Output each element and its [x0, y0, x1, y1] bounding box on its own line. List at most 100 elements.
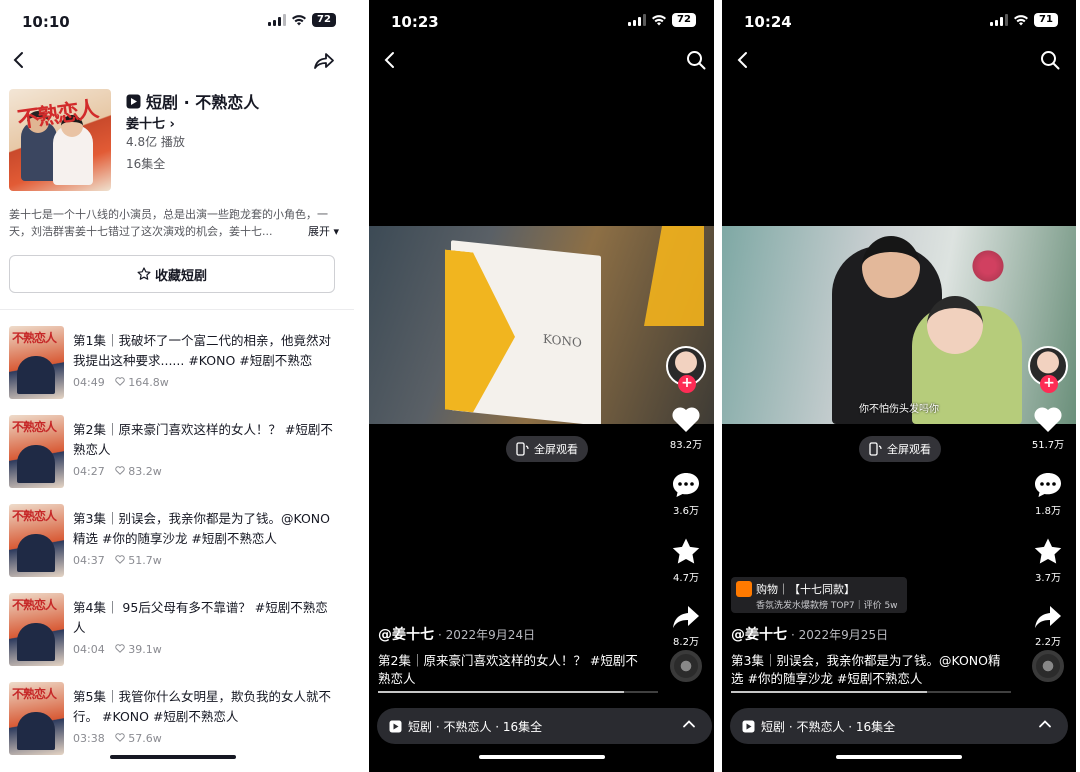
episode-thumbnail: 不熟恋人: [9, 326, 64, 399]
back-icon[interactable]: [379, 50, 399, 70]
star-icon: [1034, 538, 1062, 564]
battery-icon: 72: [672, 13, 696, 27]
episode-likes: 51.7w: [128, 554, 162, 567]
share-button[interactable]: 2.2万: [1033, 604, 1063, 648]
progress-fill: [378, 691, 625, 693]
signal-icon: [628, 14, 646, 26]
share-icon[interactable]: [312, 50, 336, 72]
author-avatar[interactable]: +: [1028, 346, 1068, 393]
music-disc-icon[interactable]: [670, 650, 702, 682]
shopping-card[interactable]: 购物｜【十七同款】 香氛洗发水爆款榜 TOP7｜评价 5w: [731, 577, 907, 613]
episode-item[interactable]: 不熟恋人 第3集｜别误会，我亲你都是为了钱。@KONO精选 #你的随享沙龙 #短…: [0, 501, 354, 590]
action-rail: + 51.7万 1.8万 3.7万 2.2万: [1028, 346, 1068, 648]
drama-title: 短剧 · 不熟恋人: [126, 89, 259, 113]
episode-title: 第5集｜我管你什么女明星，欺负我的女人就不行。 #KONO #短剧不熟恋人: [73, 689, 331, 724]
status-bar: 10:10 72: [0, 0, 354, 44]
comment-icon: [1035, 473, 1061, 497]
cover-title-art: 不熟恋人: [15, 97, 99, 134]
star-outline-icon: [137, 267, 151, 280]
author-name[interactable]: @姜十七: [378, 627, 434, 643]
author-avatar[interactable]: +: [666, 346, 706, 393]
comment-count: 1.8万: [1035, 506, 1061, 517]
drama-cover-image[interactable]: 不熟恋人: [9, 89, 111, 191]
favorite-count: 4.7万: [673, 573, 699, 584]
video-frame[interactable]: KONO: [369, 226, 714, 424]
favorite-button[interactable]: 4.7万: [671, 537, 701, 584]
episode-item[interactable]: 不熟恋人 第2集｜原来豪门喜欢这样的女人！？ #短剧不熟恋人 04:27 83.…: [0, 412, 354, 501]
drama-collection-bar[interactable]: 短剧 · 不熟恋人 · 16集全: [377, 708, 712, 744]
caption-text: 第3集｜别误会，我亲你都是为了钱。@KONO精选 #你的随享沙龙 #短剧不熟恋人: [731, 653, 1001, 686]
back-icon[interactable]: [8, 50, 28, 70]
search-icon[interactable]: [1039, 49, 1061, 71]
status-time: 10:24: [744, 13, 792, 31]
action-rail: + 83.2万 3.6万 4.7万 8.2万: [666, 346, 706, 648]
caption-text: 第2集｜原来豪门喜欢这样的女人！？ #短剧不熟恋人: [378, 653, 638, 686]
music-disc-icon[interactable]: [1032, 650, 1064, 682]
video-caption: @姜十七 · 2022年9月25日 第3集｜别误会，我亲你都是为了钱。@KONO精…: [731, 624, 1001, 688]
video-progress-bar[interactable]: [731, 691, 1011, 693]
episode-duration: 04:27: [73, 465, 105, 478]
episode-title: 第2集｜原来豪门喜欢这样的女人！？ #短剧不熟恋人: [73, 422, 333, 457]
drama-collection-bar[interactable]: 短剧 · 不熟恋人 · 16集全: [730, 708, 1068, 744]
share-count: 8.2万: [673, 637, 699, 648]
home-indicator[interactable]: [479, 755, 605, 759]
heart-outline-icon: [115, 377, 125, 386]
follow-plus-icon[interactable]: +: [1040, 375, 1058, 393]
status-bar: 10:24 71: [722, 0, 1076, 44]
share-count: 2.2万: [1035, 637, 1061, 648]
expand-button[interactable]: 展开 ▾: [303, 223, 339, 240]
video-progress-bar[interactable]: [378, 691, 658, 693]
shopping-subtitle: 香氛洗发水爆款榜 TOP7｜评价 5w: [756, 601, 898, 611]
comment-icon: [673, 473, 699, 497]
progress-fill: [731, 691, 927, 693]
shopping-cart-icon: [736, 581, 752, 597]
fullscreen-button[interactable]: 全屏观看: [506, 436, 588, 462]
share-arrow-icon: [1035, 606, 1061, 628]
heart-outline-icon: [115, 733, 125, 742]
video-frame[interactable]: 你不怕伤头发吗你: [722, 226, 1076, 424]
comment-button[interactable]: 3.6万: [671, 471, 701, 517]
chevron-up-icon[interactable]: [1038, 717, 1052, 731]
signal-icon: [268, 14, 286, 26]
like-button[interactable]: 83.2万: [670, 406, 702, 451]
home-indicator[interactable]: [836, 755, 962, 759]
author-link[interactable]: 姜十七 ›: [126, 113, 175, 132]
episode-duration: 04:49: [73, 376, 105, 389]
battery-icon: 71: [1034, 13, 1058, 27]
comment-count: 3.6万: [673, 506, 699, 517]
post-date: · 2022年9月24日: [438, 628, 536, 642]
favorite-count: 3.7万: [1035, 573, 1061, 584]
signal-icon: [990, 14, 1008, 26]
share-button[interactable]: 8.2万: [671, 604, 701, 648]
post-date: · 2022年9月25日: [791, 628, 889, 642]
episode-item[interactable]: 不熟恋人 第1集｜我破坏了一个富二代的相亲，他竟然对我提出这种要求...... …: [0, 323, 354, 412]
follow-plus-icon[interactable]: +: [678, 375, 696, 393]
favorite-drama-button[interactable]: 收藏短剧: [9, 255, 335, 293]
episode-duration: 04:04: [73, 643, 105, 656]
bag-logo: KONO: [543, 331, 582, 350]
comment-button[interactable]: 1.8万: [1033, 471, 1063, 517]
episode-thumbnail: 不熟恋人: [9, 415, 64, 488]
episode-item[interactable]: 不熟恋人 第4集｜ 95后父母有多不靠谱？ #短剧不熟恋人 04:04 39.1…: [0, 590, 354, 679]
chevron-up-icon[interactable]: [682, 717, 696, 731]
favorite-button[interactable]: 3.7万: [1033, 537, 1063, 584]
search-icon[interactable]: [685, 49, 707, 71]
episode-thumbnail: 不熟恋人: [9, 682, 64, 755]
episode-likes: 39.1w: [128, 643, 162, 656]
like-button[interactable]: 51.7万: [1032, 406, 1064, 451]
status-time: 10:10: [22, 13, 70, 31]
drama-play-icon: [126, 94, 141, 108]
star-icon: [672, 538, 700, 564]
heart-icon: [1034, 407, 1062, 432]
home-indicator[interactable]: [110, 755, 236, 759]
fullscreen-button[interactable]: 全屏观看: [859, 436, 941, 462]
author-name[interactable]: @姜十七: [731, 627, 787, 643]
rotate-screen-icon: [869, 442, 882, 456]
shopping-title: 购物｜【十七同款】: [756, 583, 855, 596]
like-count: 51.7万: [1031, 440, 1065, 451]
video-player-screen-ep2: 10:23 72 KONO 全屏观看 + 83.2万 3.6万 4.7万 8.2…: [369, 0, 714, 772]
video-subtitle: 你不怕伤头发吗你: [859, 404, 939, 415]
back-icon[interactable]: [732, 50, 752, 70]
drama-play-icon: [742, 720, 755, 732]
heart-icon: [672, 407, 700, 432]
